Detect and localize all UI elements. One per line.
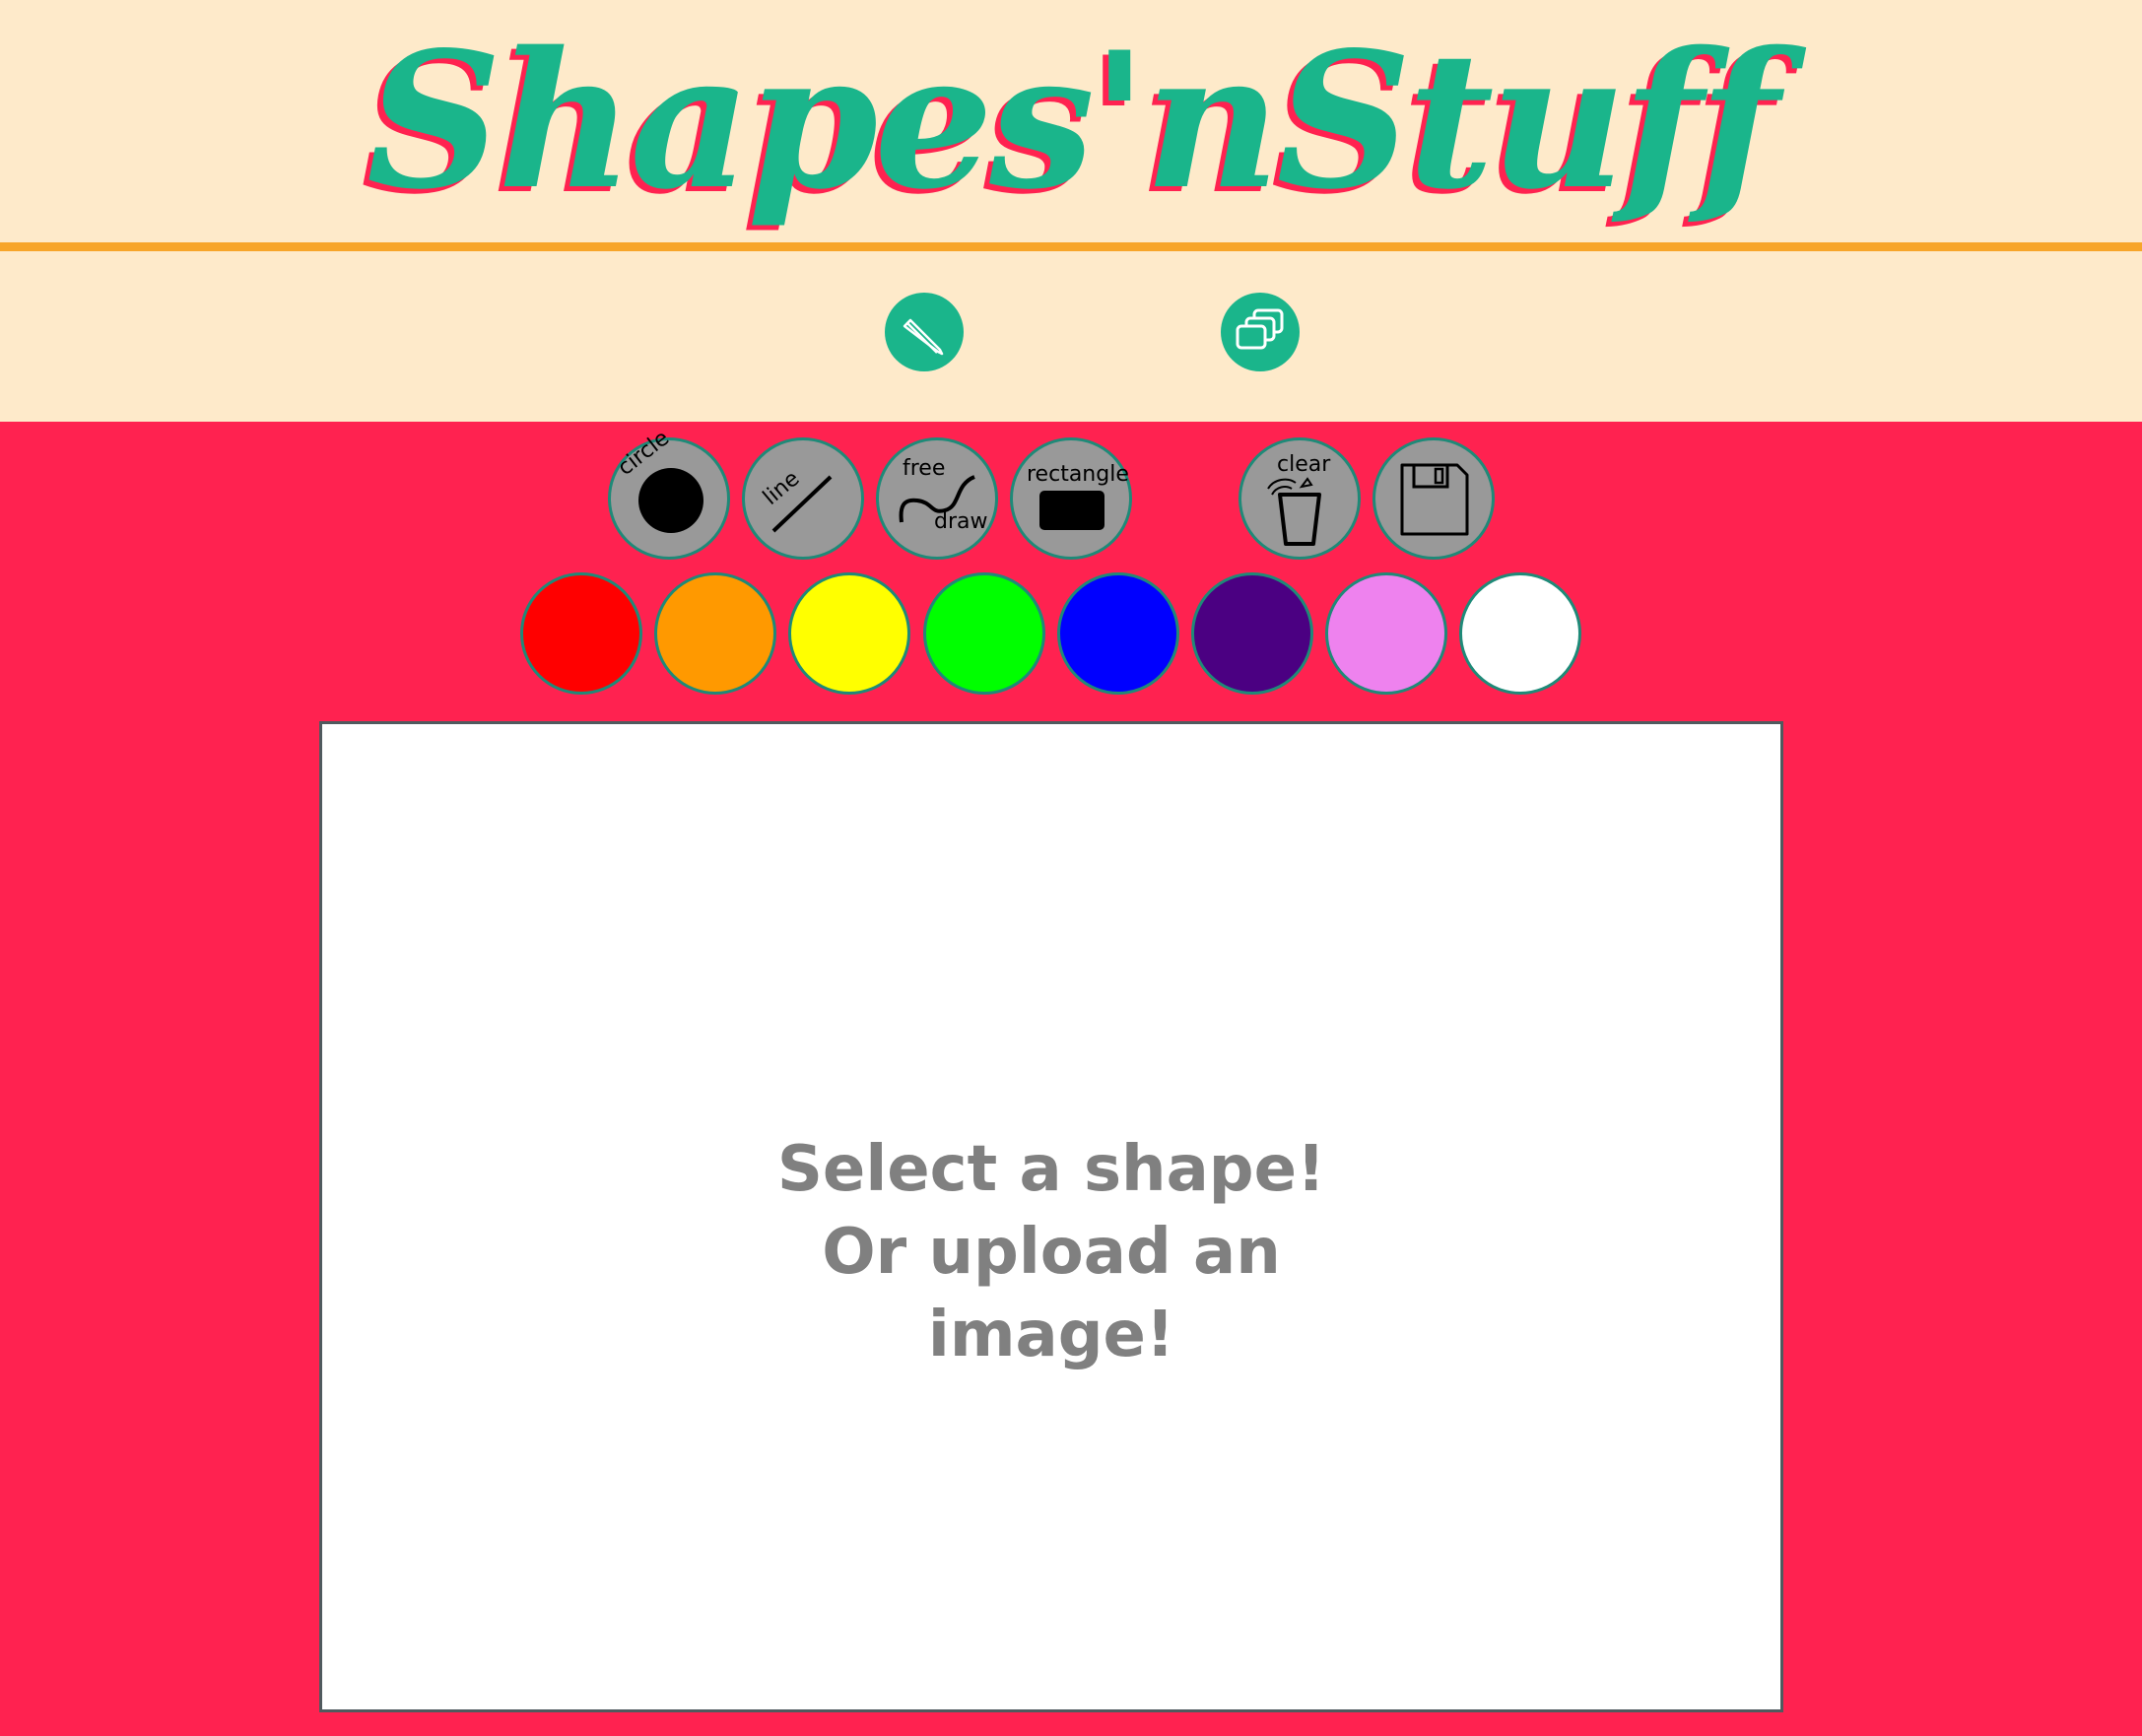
- header-divider: [0, 242, 2142, 251]
- canvas-message-line: Select a shape!: [776, 1133, 1326, 1206]
- color-swatch-purple[interactable]: [1191, 572, 1313, 695]
- free-draw-label-top: free: [903, 456, 946, 481]
- rectangle-tool-button[interactable]: rectangle: [1010, 437, 1132, 560]
- draw-mode-button[interactable]: [885, 293, 964, 371]
- color-swatch-pink[interactable]: [1325, 572, 1447, 695]
- pencil-icon: [903, 318, 944, 356]
- color-swatch-white[interactable]: [1459, 572, 1581, 695]
- drawing-canvas[interactable]: Select a shape! Or upload an image!: [319, 721, 1783, 1712]
- canvas-message-line: image!: [927, 1299, 1175, 1371]
- canvas-placeholder-message: Select a shape! Or upload an image!: [322, 1128, 1780, 1376]
- color-swatch-red[interactable]: [520, 572, 642, 695]
- layers-mode-button[interactable]: [1221, 293, 1300, 371]
- app-title: Shapes'nStuff: [366, 11, 1779, 231]
- free-draw-tool-button[interactable]: free draw: [876, 437, 998, 560]
- header: Shapes'nStuff: [0, 0, 2142, 422]
- color-swatch-blue[interactable]: [1057, 572, 1179, 695]
- save-button[interactable]: [1372, 437, 1495, 560]
- clear-button-label: clear: [1277, 452, 1331, 477]
- free-draw-label-bottom: draw: [934, 509, 988, 534]
- circle-tool-button[interactable]: circle: [608, 426, 730, 560]
- color-swatch-yellow[interactable]: [788, 572, 910, 695]
- floppy-disk-icon: [1400, 463, 1469, 536]
- clear-button[interactable]: clear: [1238, 437, 1361, 560]
- layers-icon: [1236, 308, 1284, 350]
- color-swatch-green[interactable]: [923, 572, 1045, 695]
- line-icon: [771, 475, 833, 533]
- canvas-message-line: Or upload an: [822, 1216, 1281, 1289]
- line-tool-button[interactable]: line: [742, 437, 864, 560]
- rectangle-tool-label: rectangle: [1027, 462, 1129, 487]
- color-swatch-orange[interactable]: [654, 572, 776, 695]
- rectangle-icon: [1039, 491, 1104, 530]
